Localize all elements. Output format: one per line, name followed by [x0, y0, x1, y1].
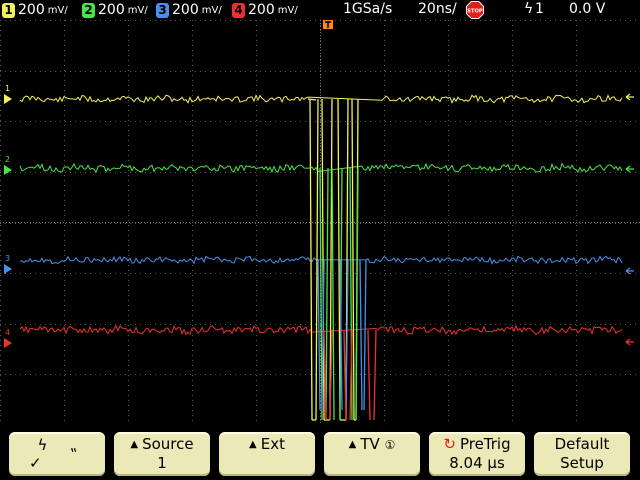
sample-rate: 1GSa/s — [343, 1, 393, 17]
channel-1-badge: 1 — [2, 2, 15, 18]
check-icon: ✓ — [29, 454, 42, 472]
channel-4-scale-unit: mV/ — [277, 4, 298, 16]
pretrig-softkey[interactable]: ↻ PreTrig 8.04 µs — [429, 432, 525, 476]
default-label: Default — [554, 435, 610, 453]
ext-label: Ext — [260, 435, 285, 453]
channel-3-badge: 3 — [156, 2, 169, 18]
channel-4-scale[interactable]: 4 200 mV/ — [232, 1, 298, 19]
waveform-display[interactable]: 1 2 3 4 — [0, 20, 640, 425]
slope-softkey[interactable]: ϟ ⹂ ✓ — [9, 432, 105, 476]
pretrig-value: 8.04 µs — [449, 454, 505, 472]
source-softkey[interactable]: ▲ Source 1 — [114, 432, 210, 476]
falling-edge-icon: ⹂ — [70, 436, 77, 454]
channel-3-scale-unit: mV/ — [201, 4, 222, 16]
channel-3-scale-value: 200 — [172, 2, 199, 18]
up-triangle-icon: ▲ — [249, 439, 257, 450]
trigger-level[interactable]: 0.0 V — [569, 1, 605, 17]
ext-softkey[interactable]: ▲ Ext — [219, 432, 315, 476]
trigger-source[interactable]: 1 — [535, 1, 544, 17]
channel-2-scale-value: 200 — [98, 2, 125, 18]
channel-2-marker-num: 2 — [5, 155, 10, 164]
pretrig-label: PreTrig — [459, 435, 511, 453]
run-state-label: STOP — [467, 9, 483, 15]
channel-4-badge: 4 — [232, 2, 245, 18]
tv-label: TV — [360, 435, 380, 453]
softkey-bar: ϟ ⹂ ✓ ▲ Source 1 ▲ Ext ▲ TV ① ↻ PreTrig 8.04… — [0, 425, 640, 480]
stop-sign-icon[interactable]: STOP — [466, 1, 484, 19]
channel-2-badge: 2 — [82, 2, 95, 18]
channel-1-scale-unit: mV/ — [47, 4, 68, 16]
trigger-position-icon[interactable] — [323, 20, 333, 29]
default-setup-softkey[interactable]: Default Setup — [534, 432, 630, 476]
source-label: Source — [142, 435, 194, 453]
rotate-icon: ↻ — [443, 435, 456, 453]
rising-edge-icon: ϟ — [37, 436, 48, 454]
channel-4-scale-value: 200 — [248, 2, 275, 18]
channel-1-scale[interactable]: 1 200 mV/ — [2, 1, 68, 19]
channel-2-scale-unit: mV/ — [127, 4, 148, 16]
up-triangle-icon: ▲ — [348, 439, 357, 450]
channel-4-marker-num: 4 — [5, 328, 10, 337]
tv-softkey[interactable]: ▲ TV ① — [324, 432, 420, 476]
channel-2-scale[interactable]: 2 200 mV/ — [82, 1, 148, 19]
channel-3-marker-num: 3 — [5, 254, 10, 263]
circled-one-icon: ① — [384, 438, 396, 452]
timebase[interactable]: 20ns/ — [418, 1, 457, 17]
source-value: 1 — [157, 454, 167, 472]
status-bar: 1 200 mV/ 2 200 mV/ 3 200 mV/ 4 200 mV/ … — [0, 0, 640, 20]
trigger-slope-icon: ϟ — [524, 1, 534, 17]
setup-label: Setup — [560, 454, 604, 472]
up-triangle-icon: ▲ — [130, 439, 139, 450]
channel-1-scale-value: 200 — [18, 2, 45, 18]
channel-1-marker-num: 1 — [5, 84, 10, 93]
channel-3-scale[interactable]: 3 200 mV/ — [156, 1, 222, 19]
